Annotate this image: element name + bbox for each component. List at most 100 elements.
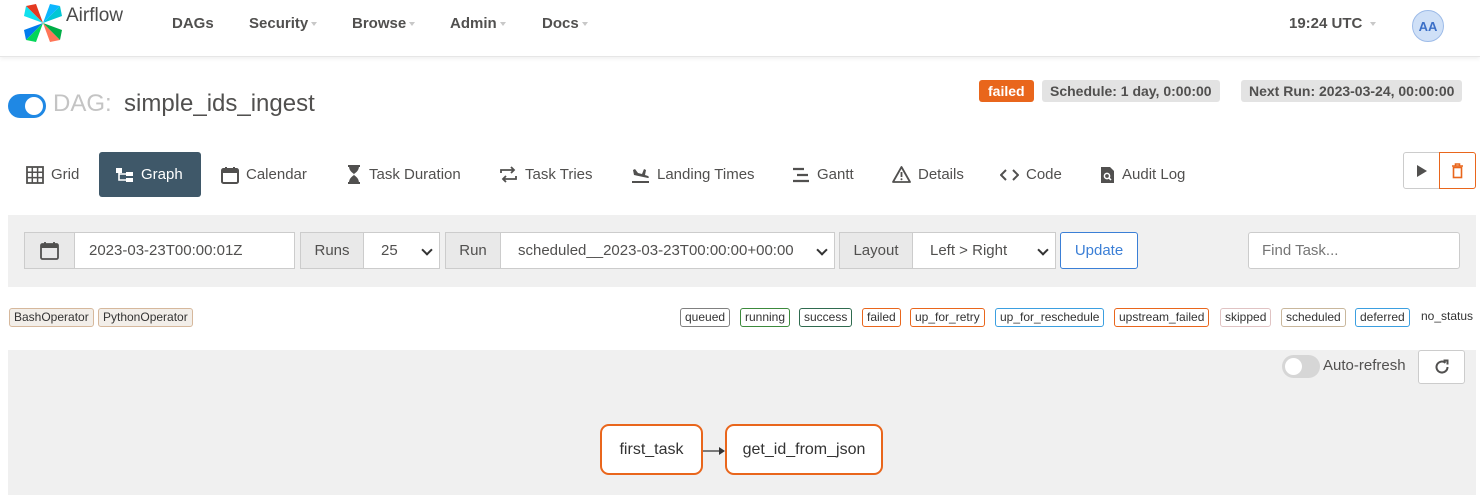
nav-admin-label: Admin <box>450 15 497 32</box>
date-picker-button[interactable] <box>24 232 75 269</box>
utc-clock[interactable]: 19:24 UTC <box>1289 15 1377 32</box>
refresh-icon <box>1435 359 1449 374</box>
schedule-badge: Schedule: 1 day, 0:00:00 <box>1042 80 1220 102</box>
nav-browse-label: Browse <box>352 15 407 32</box>
state-legend-running[interactable]: running <box>740 308 791 327</box>
calendar-icon <box>40 242 59 260</box>
tab-task-tries[interactable]: Task Tries <box>499 152 593 197</box>
graph-icon <box>116 167 133 182</box>
state-legend-scheduled[interactable]: scheduled <box>1281 308 1346 327</box>
task-node-first-task[interactable]: first_task <box>600 424 703 475</box>
runs-label: Runs <box>300 232 364 269</box>
execution-date-input[interactable]: 2023-03-23T00:00:01Z <box>74 232 295 269</box>
task-node-label: get_id_from_json <box>742 440 866 458</box>
state-legend-no-status[interactable]: no_status <box>1417 308 1477 327</box>
layout-label-text: Layout <box>853 242 899 259</box>
layout-select[interactable]: Left > Right <box>912 232 1056 269</box>
tab-graph-label: Graph <box>141 166 183 183</box>
tab-gantt-label: Gantt <box>817 166 854 183</box>
tab-audit-log[interactable]: Audit Log <box>1100 152 1185 197</box>
runs-select-value: 25 <box>381 242 398 259</box>
airflow-logo-icon <box>24 4 62 42</box>
state-legend-upstream-failed[interactable]: upstream_failed <box>1114 308 1210 327</box>
nav-security-label: Security <box>249 15 309 32</box>
state-legend-queued[interactable]: queued <box>680 308 731 327</box>
plane-landing-icon <box>632 168 649 183</box>
edge-arrow <box>703 447 725 455</box>
state-legend-up-for-reschedule[interactable]: up_for_reschedule <box>995 308 1105 327</box>
state-legend-success[interactable]: success <box>799 308 853 327</box>
tab-gantt[interactable]: Gantt <box>792 152 854 197</box>
tab-calendar-label: Calendar <box>246 166 307 183</box>
nav-docs-label: Docs <box>542 15 579 32</box>
next-run-badge: Next Run: 2023-03-24, 00:00:00 <box>1241 80 1463 102</box>
task-node-get-id-from-json[interactable]: get_id_from_json <box>725 424 883 475</box>
clock-label: 19:24 UTC <box>1289 15 1363 32</box>
grid-icon <box>26 165 44 184</box>
nav-security[interactable]: Security <box>249 15 318 32</box>
chevron-down-icon <box>816 244 828 256</box>
hourglass-icon <box>348 165 360 184</box>
calendar-icon <box>221 166 239 184</box>
warning-triangle-icon <box>892 166 911 183</box>
tab-landing-times[interactable]: Landing Times <box>631 152 755 197</box>
task-node-label: first_task <box>619 440 684 458</box>
caret-down-icon <box>499 22 506 27</box>
trigger-dag-button[interactable] <box>1403 152 1440 189</box>
tab-graph[interactable]: Graph <box>99 152 201 197</box>
run-select[interactable]: scheduled__2023-03-23T00:00:00+00:00 <box>500 232 835 269</box>
state-legend-skipped[interactable]: skipped <box>1220 308 1272 327</box>
nav-admin[interactable]: Admin <box>450 15 506 32</box>
operator-legend-bash[interactable]: BashOperator <box>9 308 94 327</box>
nav-dags-label: DAGs <box>172 15 214 32</box>
caret-down-icon <box>581 22 588 27</box>
run-select-value: scheduled__2023-03-23T00:00:00+00:00 <box>518 242 794 259</box>
tab-task-duration-label: Task Duration <box>369 166 461 183</box>
brand[interactable]: Airflow <box>22 2 123 44</box>
caret-down-icon <box>1370 22 1377 27</box>
dag-pause-toggle[interactable] <box>8 94 46 118</box>
nav-dags[interactable]: DAGs <box>172 15 214 32</box>
brand-name: Airflow <box>66 5 124 26</box>
tab-grid[interactable]: Grid <box>26 152 79 197</box>
chevron-down-icon <box>421 244 433 256</box>
trash-icon <box>1452 162 1463 178</box>
dag-title: simple_ids_ingest <box>124 90 315 117</box>
run-label: Run <box>445 232 501 269</box>
layout-select-value: Left > Right <box>930 242 1008 259</box>
state-legend-failed[interactable]: failed <box>862 308 901 327</box>
operator-legend-python[interactable]: PythonOperator <box>98 308 193 327</box>
state-legend-deferred[interactable]: deferred <box>1355 308 1410 327</box>
tab-audit-log-label: Audit Log <box>1122 166 1186 183</box>
tab-details-label: Details <box>918 166 964 183</box>
repeat-icon <box>500 166 517 183</box>
update-button[interactable]: Update <box>1060 232 1138 269</box>
caret-down-icon <box>409 22 416 27</box>
state-legend-up-for-retry[interactable]: up_for_retry <box>910 308 985 327</box>
tab-task-duration[interactable]: Task Duration <box>346 152 461 197</box>
gantt-icon <box>793 167 809 182</box>
top-navbar: Airflow DAGs Security Browse Admin Docs … <box>0 0 1480 57</box>
delete-dag-button[interactable] <box>1439 152 1476 189</box>
nav-docs[interactable]: Docs <box>542 15 588 32</box>
tab-details[interactable]: Details <box>892 152 964 197</box>
nav-browse[interactable]: Browse <box>352 15 416 32</box>
find-task-input[interactable] <box>1248 232 1460 269</box>
runs-select[interactable]: 25 <box>363 232 440 269</box>
tab-landing-times-label: Landing Times <box>657 166 755 183</box>
refresh-button[interactable] <box>1418 350 1465 384</box>
user-avatar[interactable]: AA <box>1412 10 1444 42</box>
tab-grid-label: Grid <box>51 166 80 183</box>
caret-down-icon <box>311 22 318 27</box>
tab-code-label: Code <box>1026 166 1062 183</box>
layout-label: Layout <box>839 232 913 269</box>
auto-refresh-toggle[interactable] <box>1282 355 1320 378</box>
tab-task-tries-label: Task Tries <box>525 166 593 183</box>
tab-code[interactable]: Code <box>1000 152 1062 197</box>
document-search-icon <box>1101 166 1114 183</box>
play-icon <box>1416 164 1427 177</box>
run-label-text: Run <box>459 242 487 259</box>
chevron-down-icon <box>1037 244 1049 256</box>
code-icon <box>1000 168 1019 181</box>
tab-calendar[interactable]: Calendar <box>221 152 307 197</box>
